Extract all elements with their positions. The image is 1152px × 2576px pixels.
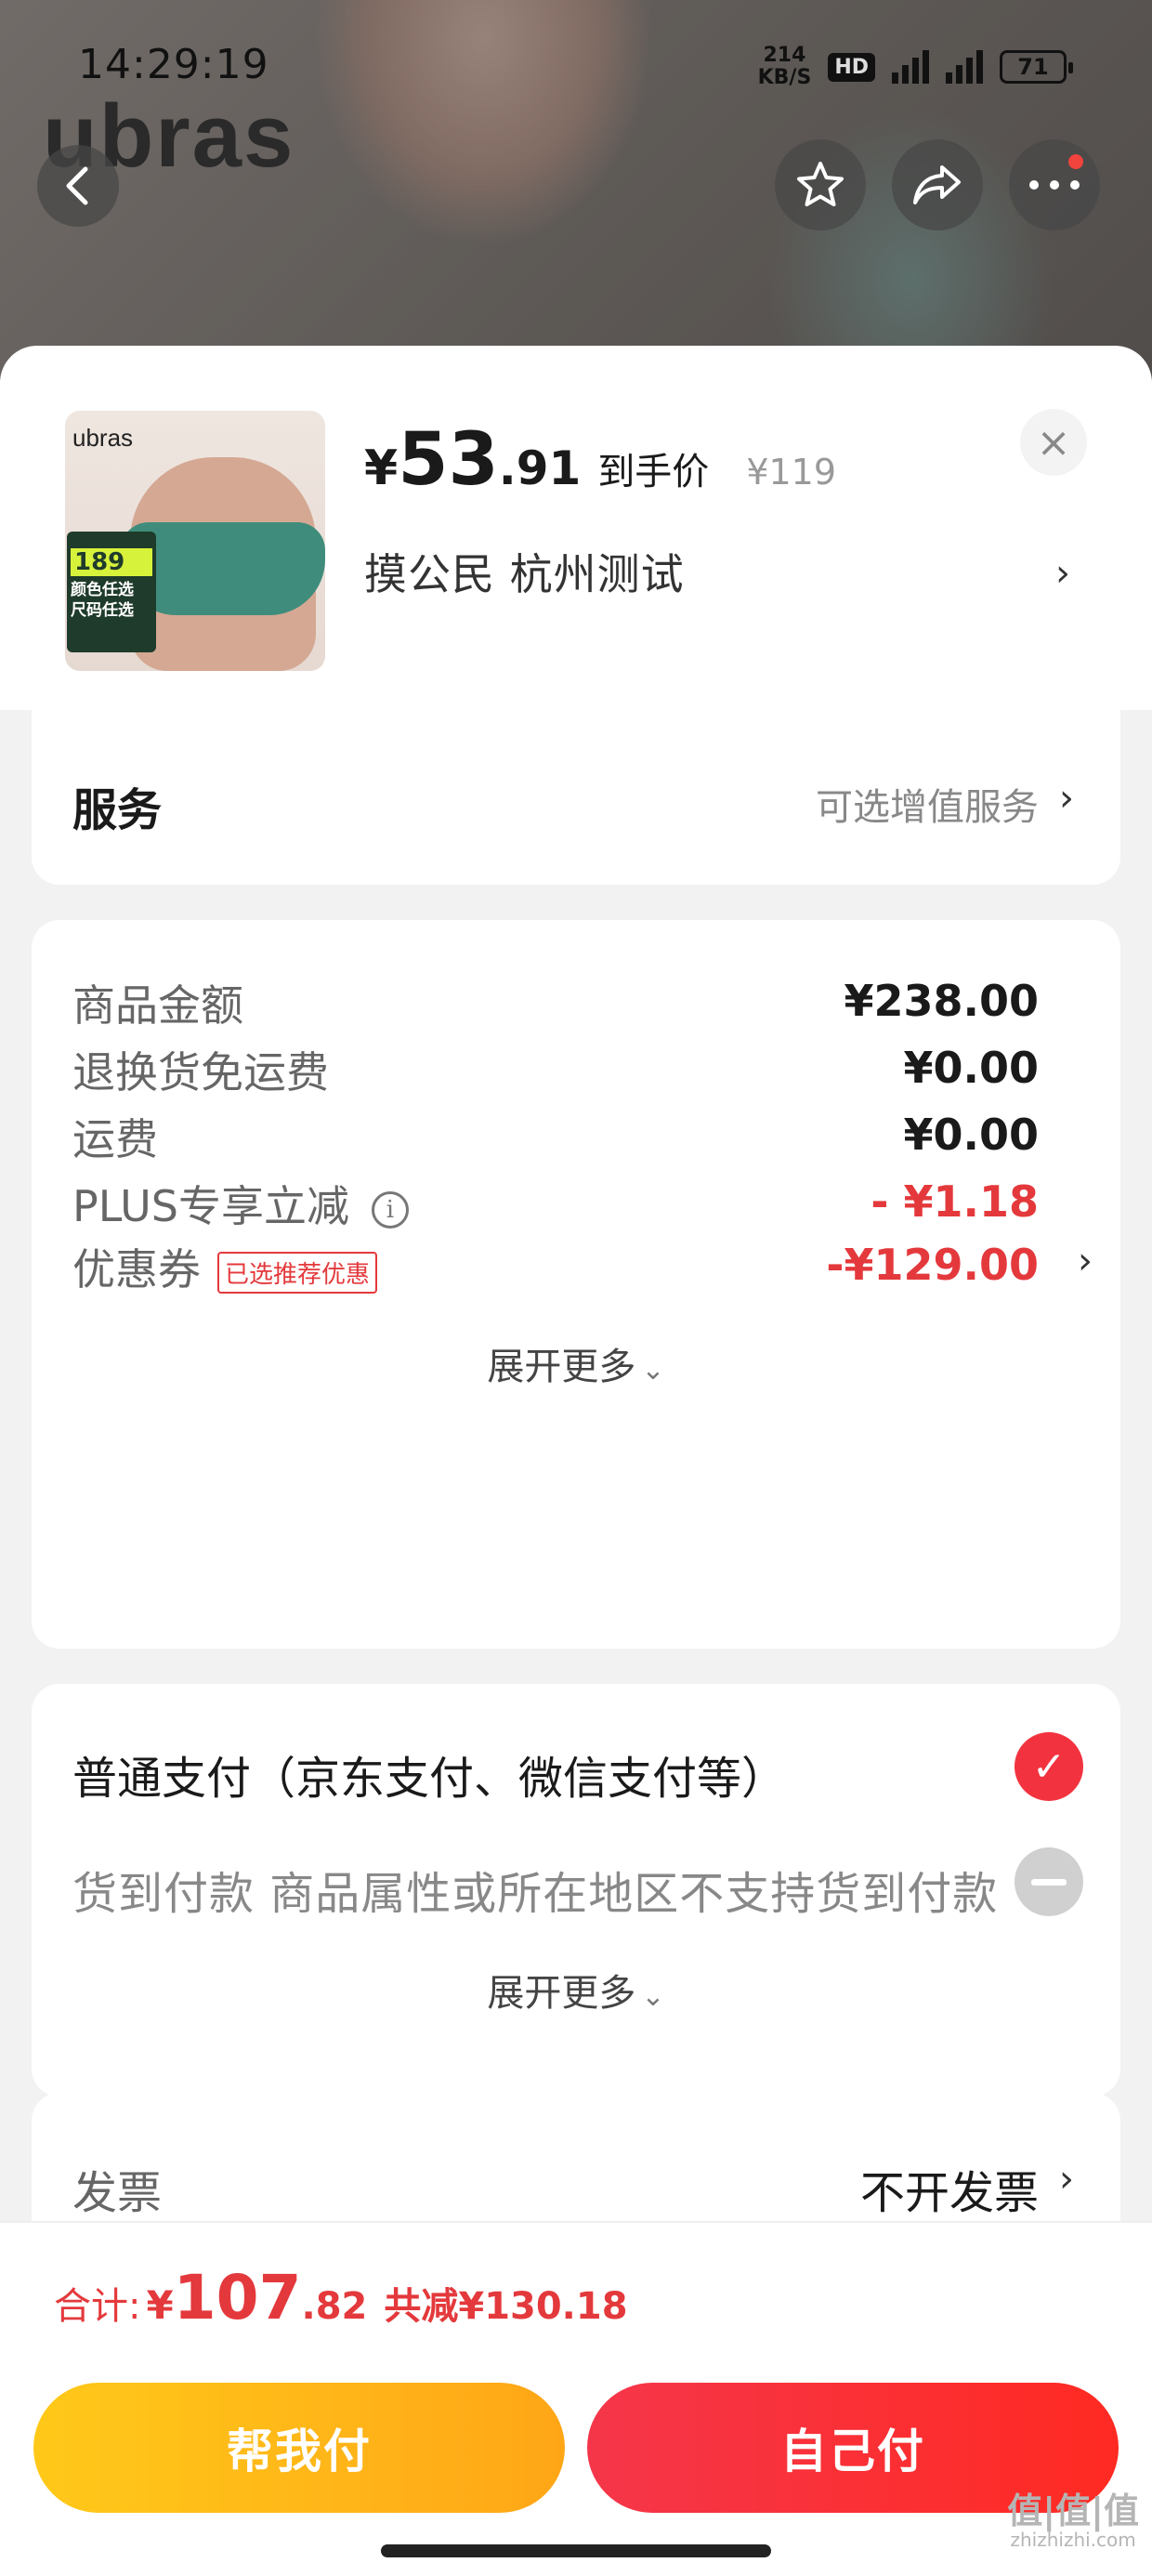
plus-discount-label: PLUS专享立减: [72, 1181, 349, 1231]
thumbnail-brand: ubras: [72, 424, 134, 452]
close-button[interactable]: ×: [1020, 409, 1087, 476]
final-price: ¥ 53 .91 到手价 ¥119: [364, 418, 836, 502]
watermark-logo: 值|值|值: [1007, 2491, 1139, 2531]
status-indicators: 214 KB/S HD 71: [758, 45, 1073, 89]
amount-value: ¥0.00: [903, 1043, 1039, 1093]
cod-payment-option: 货到付款 商品属性或所在地区不支持货到付款: [72, 1868, 999, 1920]
info-icon[interactable]: i: [371, 1190, 409, 1229]
status-time: 14:29:19: [78, 41, 269, 88]
watermark-url: zhizhizhi.com: [1010, 2529, 1136, 2551]
payment-card: 普通支付（京东支付、微信支付等） ✓ 货到付款 商品属性或所在地区不支持货到付款…: [32, 1684, 1120, 2096]
share-button[interactable]: [892, 139, 983, 230]
check-icon[interactable]: ✓: [1015, 1732, 1083, 1801]
coupon-chevron-right-icon[interactable]: ›: [1078, 1240, 1093, 1282]
service-row[interactable]: 服务 可选增值服务 ›: [32, 710, 1120, 885]
invoice-label: 发票: [72, 2167, 163, 2219]
back-button[interactable]: [37, 145, 119, 227]
chevron-down-icon: ⌄: [641, 1980, 665, 2013]
expand-more-payment[interactable]: 展开更多 ⌄: [32, 1963, 1120, 2017]
disabled-minus-icon: [1015, 1847, 1083, 1916]
home-indicator[interactable]: [381, 2544, 771, 2557]
thumbnail-promo-tag: 189 颜色任选 尺码任选: [67, 532, 156, 652]
thumbnail-promo-line2: 尺码任选: [71, 601, 134, 620]
network-speed-value: 214: [763, 44, 806, 67]
amount-value: ¥0.00: [903, 1110, 1039, 1160]
invoice-chevron-right-icon: ›: [1059, 2158, 1074, 2201]
total-label: 合计:: [54, 2285, 141, 2328]
service-chevron-right-icon: ›: [1059, 777, 1074, 820]
favorite-button[interactable]: [775, 139, 866, 230]
price-label: 到手价: [597, 451, 710, 493]
price-symbol: ¥: [364, 440, 399, 496]
battery-icon: 71: [1000, 50, 1073, 84]
network-speed: 214 KB/S: [758, 45, 812, 89]
service-value: 可选增值服务: [816, 786, 1039, 829]
selected-spec[interactable]: 摸公民 杭州测试: [364, 541, 685, 602]
thumbnail-promo-line1: 颜色任选: [71, 581, 134, 599]
amount-card: 商品金额 ¥238.00 退换货免运费 ¥0.00 运费 ¥0.00 PLUS专…: [32, 920, 1120, 1649]
expand-more-label: 展开更多: [487, 1346, 636, 1388]
coupon-recommended-tag: 已选推荐优惠: [217, 1252, 378, 1294]
star-icon: [797, 162, 844, 206]
invoice-value: 不开发票: [859, 2167, 1039, 2219]
amount-row-shipping: 运费 ¥0.00: [72, 1106, 1039, 1180]
coupon-label: 优惠券: [72, 1244, 201, 1295]
signal-icon: [892, 50, 929, 84]
amount-label: 退换货免运费: [72, 1047, 329, 1097]
amount-value: ¥238.00: [844, 976, 1039, 1026]
price-decimal: .91: [498, 441, 582, 495]
signal-icon-5g: [946, 50, 983, 84]
original-price: ¥119: [746, 452, 837, 493]
sku-header: ubras 189 颜色任选 尺码任选 ¥ 53 .91 到手价 ¥119 摸公…: [0, 346, 1152, 710]
total-symbol: ¥: [146, 2282, 174, 2328]
expand-more-label: 展开更多: [487, 1972, 636, 2015]
more-dots-icon: [1029, 180, 1080, 190]
share-icon: [913, 165, 961, 204]
price-integer: 53: [398, 418, 499, 502]
service-title: 服务: [72, 784, 163, 836]
amount-label: PLUS专享立减 i: [72, 1173, 409, 1234]
network-speed-unit: KB/S: [757, 66, 812, 89]
amount-row-goods: 商品金额 ¥238.00: [72, 972, 1039, 1046]
total-saved: 共减¥130.18: [384, 2285, 628, 2328]
more-button[interactable]: [1009, 139, 1100, 230]
watermark: 值|值|值 zhizhizhi.com: [1007, 2492, 1139, 2550]
checkout-bar: 合计: ¥ 107 .82 共减¥130.18 帮我付 自己付 值|值|值 zh…: [0, 2221, 1152, 2576]
back-arrow-icon: [66, 166, 88, 205]
thumbnail-promo-price: 189: [71, 548, 152, 576]
amount-label: 优惠券 已选推荐优惠: [72, 1236, 378, 1297]
order-total: 合计: ¥ 107 .82 共减¥130.18: [54, 2262, 628, 2333]
expand-more-amounts[interactable]: 展开更多 ⌄: [32, 1336, 1120, 1390]
amount-value: - ¥1.18: [871, 1176, 1039, 1227]
amount-row-coupon[interactable]: 优惠券 已选推荐优惠 -¥129.00: [72, 1236, 1039, 1310]
total-integer: 107: [173, 2262, 302, 2333]
total-decimal: .82: [301, 2285, 368, 2328]
spec-chevron-right-icon[interactable]: ›: [1055, 552, 1070, 595]
amount-row-return-shipping: 退换货免运费 ¥0.00: [72, 1039, 1039, 1113]
chevron-down-icon: ⌄: [641, 1354, 665, 1387]
hd-icon: HD: [828, 52, 875, 82]
amount-label: 商品金额: [72, 980, 243, 1031]
help-me-pay-button[interactable]: 帮我付: [33, 2383, 565, 2513]
amount-value: -¥129.00: [826, 1240, 1039, 1290]
product-thumbnail[interactable]: ubras 189 颜色任选 尺码任选: [65, 411, 325, 671]
normal-payment-option[interactable]: 普通支付（京东支付、微信支付等）: [72, 1741, 786, 1807]
amount-label: 运费: [72, 1114, 158, 1164]
notification-dot: [1068, 154, 1083, 169]
